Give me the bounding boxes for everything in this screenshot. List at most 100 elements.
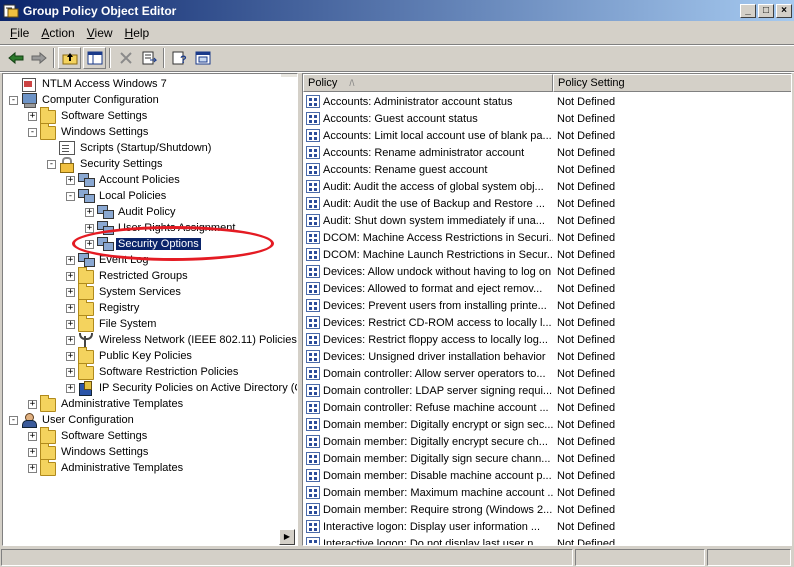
policy-row[interactable]: Audit: Shut down system immediately if u… [303, 212, 791, 229]
tree-node-software-settings[interactable]: + Software Settings [28, 427, 149, 444]
policy-name: Devices: Allowed to format and eject rem… [323, 282, 543, 295]
policy-row[interactable]: Domain controller: Allow server operator… [303, 365, 791, 382]
policy-row[interactable]: Audit: Audit the use of Backup and Resto… [303, 195, 791, 212]
properties-button[interactable] [191, 47, 214, 69]
tree-node-windows-settings[interactable]: - Windows Settings [28, 123, 150, 140]
tree-node-windows-settings[interactable]: + Windows Settings [28, 443, 150, 460]
policy-row[interactable]: DCOM: Machine Access Restrictions in Sec… [303, 229, 791, 246]
details-pane[interactable]: Policy /\ Policy Setting Accounts: Admin… [302, 73, 792, 546]
show-hide-console-tree-button[interactable] [83, 47, 106, 69]
policy-row[interactable]: Accounts: Rename guest account Not Define… [303, 161, 791, 178]
expand-icon[interactable]: + [85, 207, 94, 217]
policy-row[interactable]: Interactive logon: Display user informat… [303, 518, 791, 535]
close-button[interactable]: × [776, 3, 792, 18]
expand-icon[interactable]: + [66, 175, 75, 185]
maximize-button[interactable]: □ [758, 3, 774, 18]
policy-row[interactable]: Devices: Prevent users from installing p… [303, 297, 791, 314]
collapse-icon[interactable]: - [9, 415, 18, 425]
collapse-icon[interactable]: - [9, 95, 18, 105]
column-header-policy[interactable]: Policy /\ [303, 74, 553, 92]
tree-node-account-policies[interactable]: + Account Policies [66, 172, 182, 188]
menu-view[interactable]: View [81, 26, 119, 40]
tree-node-user-configuration[interactable]: - User Configuration [9, 412, 136, 428]
expand-icon[interactable]: + [28, 447, 37, 457]
policy-row[interactable]: Accounts: Administrator account status No… [303, 93, 791, 110]
tree-node-ip-security-policies-on-active-directory-c[interactable]: + IP Security Policies on Active Director… [66, 380, 297, 396]
expand-icon[interactable]: + [66, 319, 75, 329]
column-header-policy-setting[interactable]: Policy Setting [553, 74, 791, 92]
tree-node-audit-policy[interactable]: + Audit Policy [85, 204, 177, 220]
delete-button[interactable] [114, 47, 137, 69]
console-tree-pane[interactable]: NTLM Access Windows 7 - Computer Configura… [2, 73, 298, 546]
forward-button[interactable] [27, 47, 50, 69]
policy-row[interactable]: Interactive logon: Do not display last u… [303, 535, 791, 545]
back-button[interactable] [4, 47, 27, 69]
policy-name: Domain member: Disable machine account p… [323, 469, 552, 482]
folder-icon [40, 443, 56, 460]
policy-row[interactable]: Domain member: Maximum machine account .… [303, 484, 791, 501]
expand-icon[interactable]: + [28, 111, 37, 121]
policy-row[interactable]: Accounts: Limit local account use of bla… [303, 127, 791, 144]
up-one-level-button[interactable] [58, 47, 81, 69]
tree-node-administrative-templates[interactable]: + Administrative Templates [28, 459, 185, 476]
expand-icon[interactable]: + [28, 399, 37, 409]
expand-icon[interactable]: + [66, 351, 75, 361]
collapse-icon[interactable]: - [28, 127, 37, 137]
expand-icon[interactable]: + [66, 303, 75, 313]
expand-icon[interactable]: + [66, 271, 75, 281]
tree-node-file-system[interactable]: + File System [66, 315, 158, 332]
policy-row[interactable]: Devices: Restrict CD-ROM access to local… [303, 314, 791, 331]
policy-row[interactable]: Devices: Unsigned driver installation be… [303, 348, 791, 365]
policy-row[interactable]: Audit: Audit the access of global system… [303, 178, 791, 195]
tree-node-local-policies[interactable]: - Local Policies [66, 188, 168, 204]
tree-scroll-right-button[interactable]: ▶ [279, 529, 295, 545]
policy-row[interactable]: Domain member: Disable machine account p… [303, 467, 791, 484]
policy-row[interactable]: Devices: Restrict floppy access to local… [303, 331, 791, 348]
tree-node-ntlm-access-windows-7[interactable]: NTLM Access Windows 7 [9, 76, 169, 92]
policy-row[interactable]: Devices: Allowed to format and eject rem… [303, 280, 791, 297]
tree-node-registry[interactable]: + Registry [66, 299, 141, 316]
policy-row[interactable]: Domain member: Digitally encrypt or sign… [303, 416, 791, 433]
expand-icon[interactable]: + [85, 223, 94, 233]
tree-node-computer-configuration[interactable]: - Computer Configuration [9, 92, 161, 108]
expand-icon[interactable]: + [28, 431, 37, 441]
policy-setting-value: Not Defined [557, 214, 616, 227]
policy-row[interactable]: Accounts: Rename administrator account No… [303, 144, 791, 161]
policy-row[interactable]: Domain member: Digitally encrypt secure … [303, 433, 791, 450]
wireless-antenna-icon [78, 333, 94, 347]
tree-node-software-settings[interactable]: + Software Settings [28, 107, 149, 124]
expand-icon[interactable]: + [28, 463, 37, 473]
expand-icon[interactable]: + [66, 255, 75, 265]
policy-row[interactable]: Devices: Allow undock without having to … [303, 263, 791, 280]
policy-row[interactable]: Domain member: Digitally sign secure cha… [303, 450, 791, 467]
policy-row[interactable]: Domain member: Require strong (Windows 2… [303, 501, 791, 518]
policy-setting-icon [306, 350, 320, 363]
tree-node-system-services[interactable]: + System Services [66, 283, 183, 300]
policy-row[interactable]: Domain controller: Refuse machine accoun… [303, 399, 791, 416]
tree-node-restricted-groups[interactable]: + Restricted Groups [66, 267, 190, 284]
policy-row[interactable]: Domain controller: LDAP server signing r… [303, 382, 791, 399]
menu-action[interactable]: Action [35, 26, 80, 40]
expand-icon[interactable]: + [66, 383, 75, 393]
tree-node-wireless-network-ieee-802-11-policies[interactable]: + Wireless Network (IEEE 802.11) Policies [66, 332, 297, 348]
help-button[interactable]: ? [168, 47, 191, 69]
export-list-button[interactable] [137, 47, 160, 69]
menu-help[interactable]: Help [119, 26, 156, 40]
collapse-icon[interactable]: - [66, 191, 75, 201]
expand-icon[interactable]: + [66, 367, 75, 377]
show-hide-tree-icon [87, 51, 102, 65]
expand-icon[interactable]: + [66, 287, 75, 297]
collapse-icon[interactable]: - [47, 159, 56, 169]
menu-file[interactable]: File [4, 26, 35, 40]
policy-row[interactable]: DCOM: Machine Launch Restrictions in Sec… [303, 246, 791, 263]
tree-node-security-settings[interactable]: - Security Settings [47, 156, 165, 173]
policy-row[interactable]: Accounts: Guest account status Not Define… [303, 110, 791, 127]
tree-node-public-key-policies[interactable]: + Public Key Policies [66, 347, 194, 364]
tree-node-scripts-startup-shutdown[interactable]: Scripts (Startup/Shutdown) [47, 140, 213, 156]
tree-node-software-restriction-policies[interactable]: + Software Restriction Policies [66, 363, 240, 380]
title-bar[interactable]: Group Policy Object Editor _ □ × [0, 0, 794, 21]
window-title: Group Policy Object Editor [23, 3, 177, 18]
expand-icon[interactable]: + [66, 335, 75, 345]
minimize-button[interactable]: _ [740, 3, 756, 18]
tree-node-administrative-templates[interactable]: + Administrative Templates [28, 395, 185, 412]
